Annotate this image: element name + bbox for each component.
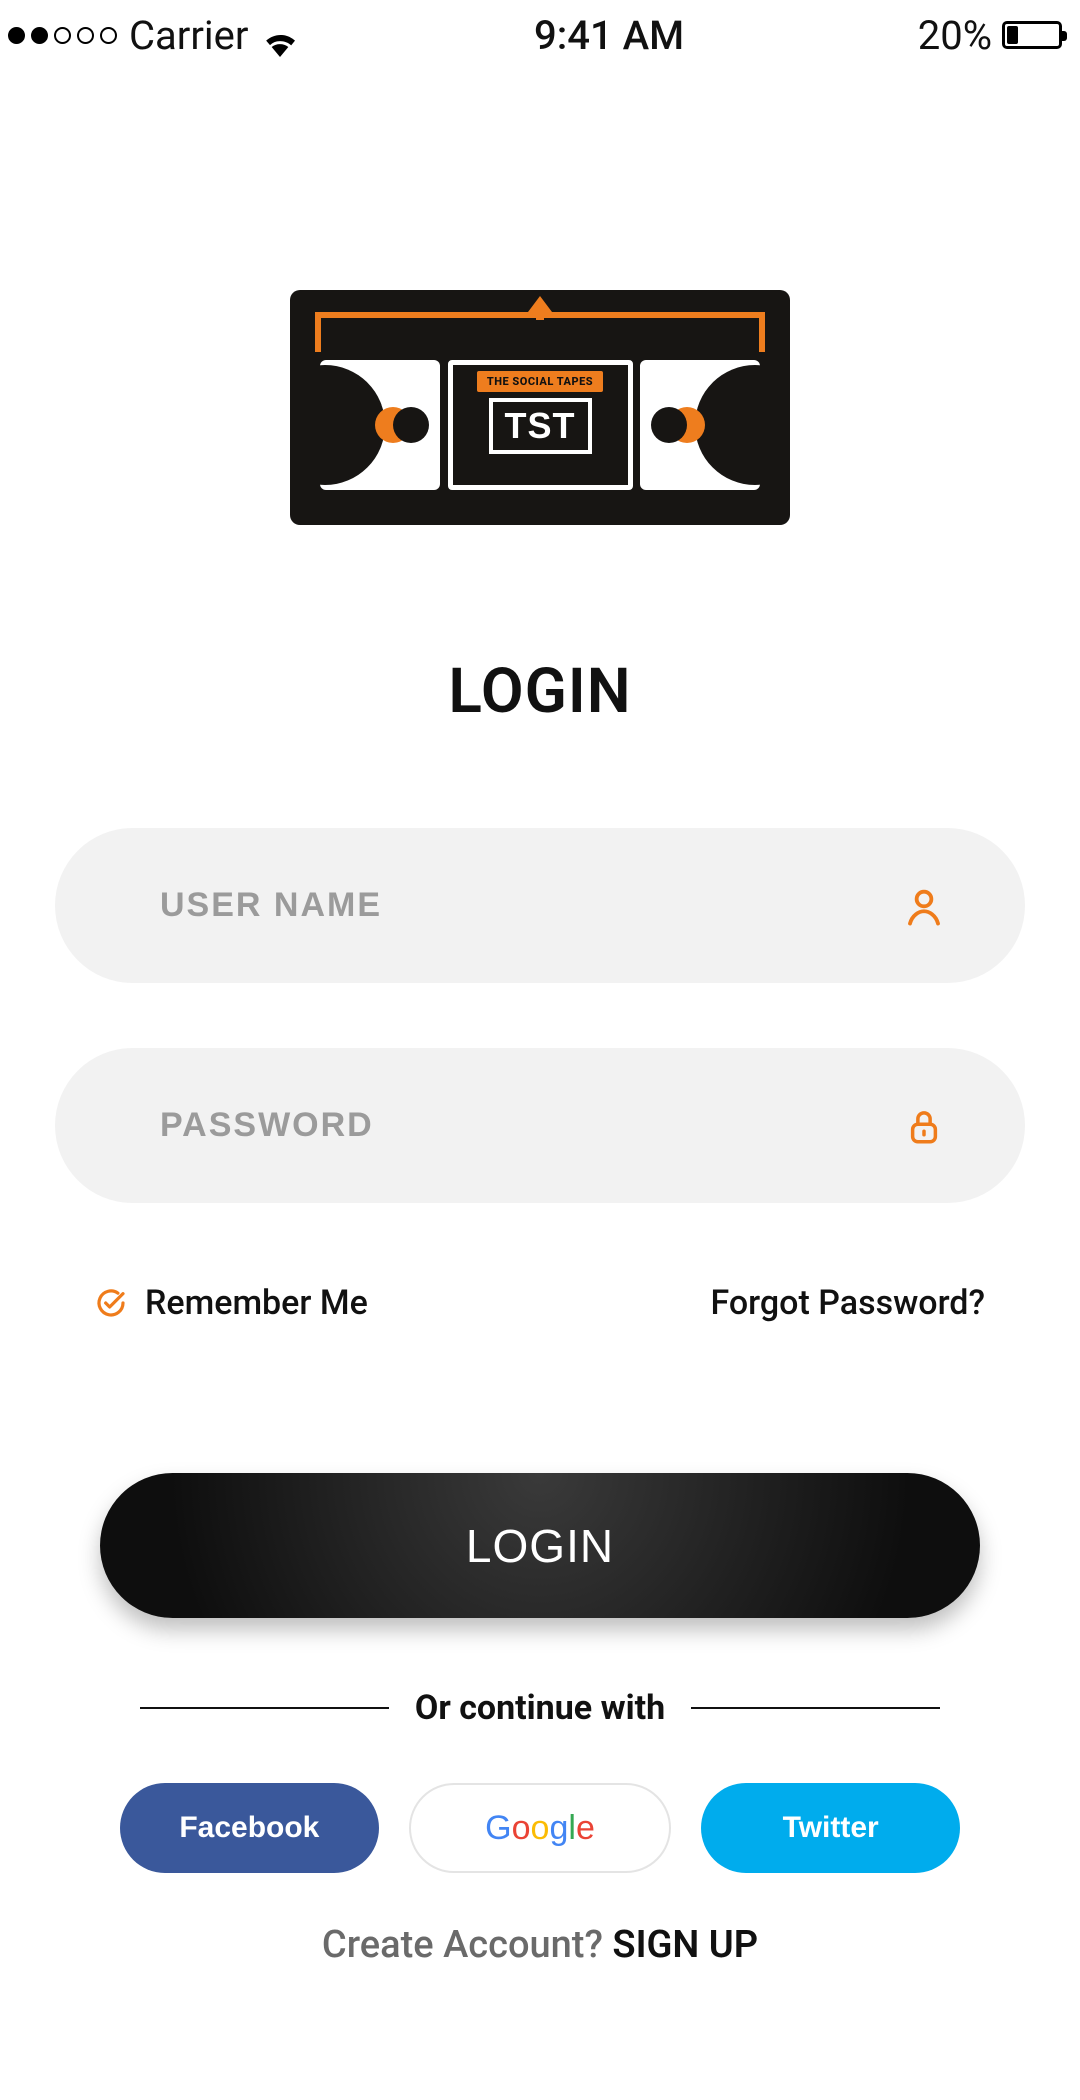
carrier-label: Carrier bbox=[129, 12, 248, 59]
page-title: LOGIN bbox=[0, 655, 1080, 728]
remember-me-label: Remember Me bbox=[145, 1283, 368, 1323]
app-logo: THE SOCIAL TAPES TST bbox=[0, 290, 1080, 525]
status-time: 9:41 AM bbox=[534, 12, 684, 59]
social-divider: Or continue with bbox=[140, 1688, 940, 1728]
battery-icon bbox=[1002, 21, 1062, 49]
logo-abbrev-text: TST bbox=[489, 398, 592, 454]
remember-me-toggle[interactable]: Remember Me bbox=[95, 1283, 368, 1323]
signup-row: Create Account? SIGN UP bbox=[0, 1923, 1080, 1967]
password-field[interactable] bbox=[55, 1048, 1025, 1203]
battery-percent: 20% bbox=[918, 12, 992, 59]
username-field[interactable] bbox=[55, 828, 1025, 983]
login-button[interactable]: LOGIN bbox=[100, 1473, 980, 1618]
sign-up-link[interactable]: SIGN UP bbox=[612, 1923, 758, 1967]
check-circle-icon bbox=[95, 1287, 127, 1319]
signal-dots-icon bbox=[8, 27, 117, 44]
status-right: 20% bbox=[918, 12, 1062, 59]
password-input[interactable] bbox=[160, 1106, 903, 1145]
status-bar: Carrier 9:41 AM 20% bbox=[0, 0, 1080, 70]
user-icon bbox=[903, 885, 945, 927]
status-left: Carrier bbox=[8, 12, 300, 59]
cassette-logo-icon: THE SOCIAL TAPES TST bbox=[290, 290, 790, 525]
wifi-icon bbox=[260, 20, 300, 50]
google-login-button[interactable]: Google bbox=[409, 1783, 672, 1873]
username-input[interactable] bbox=[160, 886, 903, 925]
lock-icon bbox=[903, 1105, 945, 1147]
facebook-login-button[interactable]: Facebook bbox=[120, 1783, 379, 1873]
logo-banner-text: THE SOCIAL TAPES bbox=[477, 371, 603, 392]
divider-label: Or continue with bbox=[415, 1688, 665, 1728]
forgot-password-link[interactable]: Forgot Password? bbox=[711, 1283, 985, 1323]
twitter-login-button[interactable]: Twitter bbox=[701, 1783, 960, 1873]
signup-prompt: Create Account? bbox=[322, 1923, 612, 1967]
